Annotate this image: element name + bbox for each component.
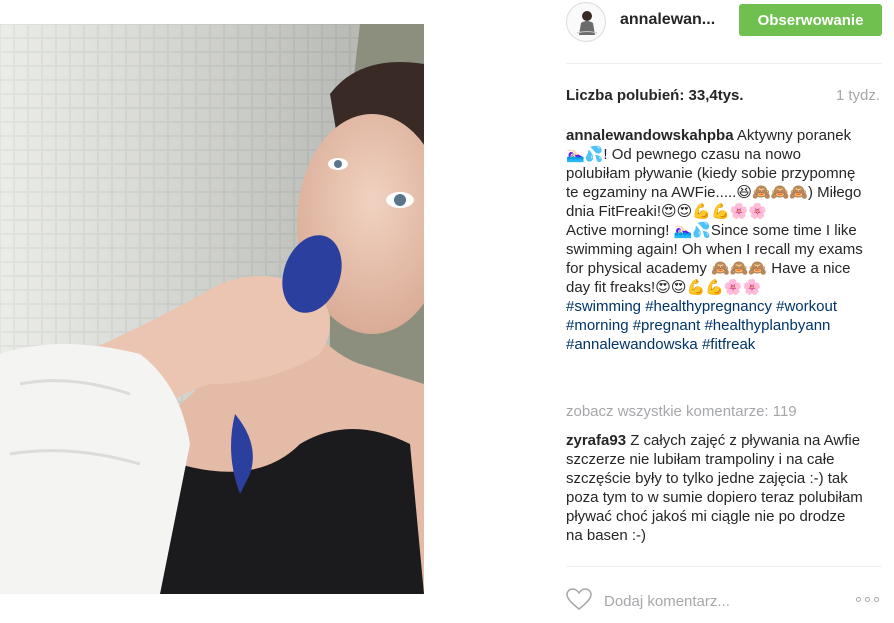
profile-avatar[interactable] (566, 2, 606, 42)
likes-count[interactable]: 33,4tys. (689, 87, 744, 104)
post-header: annalewan... Obserwowanie (566, 0, 886, 44)
hashtag-link[interactable]: #pregnant (633, 317, 701, 334)
post-photo[interactable] (0, 24, 424, 594)
post-details-panel: annalewan... Obserwowanie Liczba polubie… (566, 0, 886, 623)
hashtag-link[interactable]: #workout (776, 298, 837, 315)
hashtag-link[interactable]: #annalewandowska (566, 336, 698, 353)
more-dot (874, 597, 879, 602)
more-dot (865, 597, 870, 602)
likes-row: Liczba polubień: 33,4tys. 1 tydz. (566, 87, 882, 104)
caption-hashtags: #swimming #healthypregnancy #workout #mo… (566, 297, 866, 354)
comment-item: zyrafa93 Z całych zajęć z pływania na Aw… (566, 431, 866, 545)
post-username[interactable]: annalewan... (620, 11, 715, 29)
view-all-comments-link[interactable]: zobacz wszystkie komentarze: 119 (566, 403, 797, 420)
avatar-icon (576, 11, 598, 35)
likes-label[interactable]: Liczba polubień: (566, 87, 684, 104)
hashtag-link[interactable]: #fitfreak (702, 336, 755, 353)
more-dot (856, 597, 861, 602)
heart-icon[interactable] (566, 588, 592, 612)
caption-polish: annalewandowskahpba Aktywny poranek🏊🏻‍♀️… (566, 126, 866, 221)
post-time[interactable]: 1 tydz. (836, 87, 880, 104)
follow-button[interactable]: Obserwowanie (739, 4, 882, 36)
more-options-icon[interactable] (856, 594, 884, 606)
hashtag-link[interactable]: #healthypregnancy (645, 298, 772, 315)
hashtag-link[interactable]: #morning (566, 317, 629, 334)
comment-author[interactable]: zyrafa93 (566, 432, 626, 449)
caption-english: Active morning! 🏊🏻‍♀️💦Since some time I … (566, 222, 863, 296)
post-caption: annalewandowskahpba Aktywny poranek🏊🏻‍♀️… (566, 126, 866, 354)
comment-footer (566, 564, 886, 623)
caption-author[interactable]: annalewandowskahpba (566, 127, 734, 144)
header-divider (566, 63, 882, 64)
add-comment-input[interactable] (604, 590, 804, 612)
hashtag-link[interactable]: #healthyplanbyann (704, 317, 830, 334)
hashtag-link[interactable]: #swimming (566, 298, 641, 315)
